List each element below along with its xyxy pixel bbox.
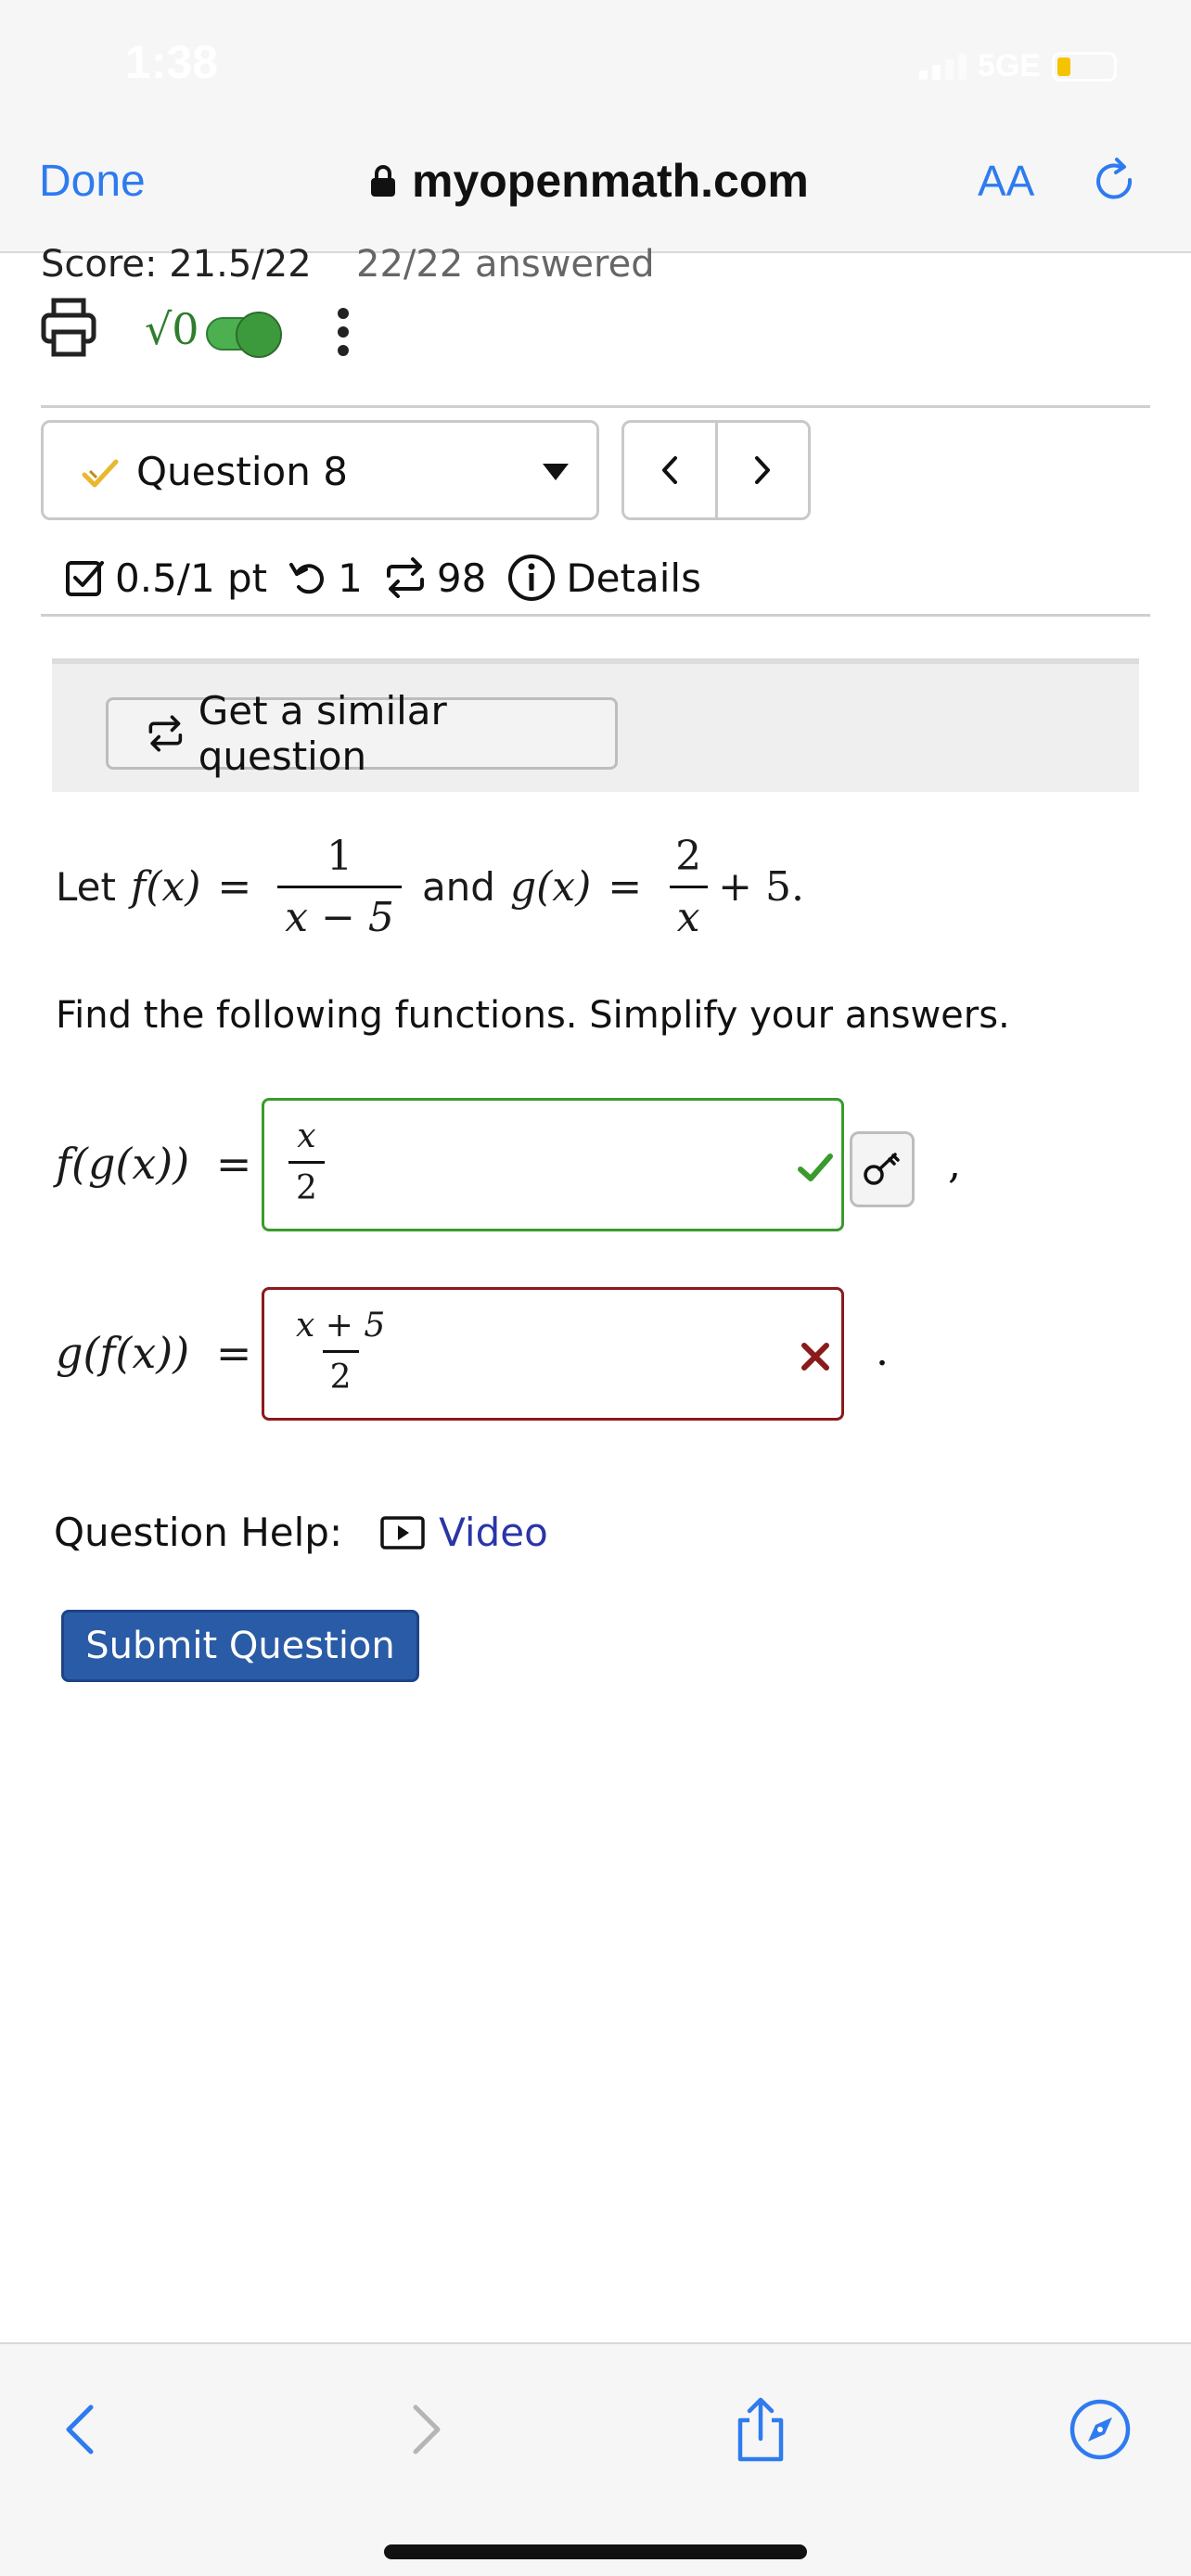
key-icon	[864, 1153, 900, 1185]
retries-count: 1	[338, 555, 363, 601]
retries-item: 1	[288, 555, 363, 601]
score-text: Score: 21.5/22	[41, 243, 312, 286]
answer-label-fg: f(g(x)) =	[56, 1139, 251, 1189]
math-entry-toggle[interactable]	[206, 312, 282, 358]
versions-count: 98	[436, 555, 487, 601]
let-text: Let	[56, 863, 116, 910]
equals-sign: =	[215, 1328, 252, 1378]
details-link[interactable]: Details	[506, 553, 701, 603]
share-icon[interactable]	[724, 2392, 798, 2467]
status-time: 1:38	[125, 36, 219, 88]
text-size-button[interactable]: AA	[978, 156, 1034, 206]
f-denominator: x − 5	[277, 885, 402, 941]
versions-item: 98	[383, 555, 486, 601]
reload-icon[interactable]	[1089, 156, 1141, 208]
chevron-right-icon	[755, 456, 771, 484]
kebab-menu-icon[interactable]	[334, 302, 352, 363]
answer-input-gf[interactable]: x + 5 2	[262, 1287, 844, 1421]
print-icon[interactable]	[41, 297, 96, 358]
score-row: Score: 21.5/22 22/22 answered	[41, 243, 655, 286]
answer-fg-numerator: x	[297, 1117, 316, 1155]
retry-icon	[289, 563, 325, 594]
browser-bottom-toolbar	[0, 2342, 1191, 2576]
g-denominator: x	[669, 885, 708, 941]
signal-icon	[918, 53, 967, 80]
chevron-right-icon	[413, 2404, 441, 2455]
answered-count: 22/22 answered	[356, 243, 655, 286]
url-domain: myopenmath.com	[412, 155, 809, 207]
and-text: and	[421, 863, 495, 910]
home-indicator	[384, 2544, 807, 2559]
instructions: Find the following functions. Simplify y…	[56, 994, 1010, 1037]
g-numerator: 2	[675, 832, 702, 880]
compass-icon[interactable]	[1063, 2392, 1137, 2467]
lock-icon	[371, 165, 395, 197]
status-indicators: 5GE	[918, 48, 1117, 84]
answer-label-gf-text: g(f(x))	[56, 1328, 190, 1378]
tool-row: √0	[41, 297, 412, 371]
g-fraction: 2 x	[668, 833, 709, 941]
question-help-row: Question Help: Video	[54, 1510, 548, 1555]
question-nav	[621, 420, 811, 520]
similar-question-label: Get a similar question	[198, 688, 447, 779]
video-label: Video	[439, 1510, 548, 1555]
f-name: f(x)	[130, 862, 201, 911]
details-label: Details	[566, 555, 701, 601]
show-answer-key-button[interactable]	[850, 1131, 915, 1207]
battery-icon	[1052, 51, 1117, 82]
check-icon	[795, 1147, 836, 1188]
question-select[interactable]: Question 8	[41, 420, 599, 520]
points-text: 0.5/1 pt	[115, 555, 268, 601]
close-icon	[795, 1336, 836, 1377]
previous-question-button[interactable]	[624, 423, 715, 517]
equals-sign: =	[215, 1139, 252, 1189]
answer-fg-denominator: 2	[288, 1161, 325, 1207]
answer-fg-punctuation: ,	[948, 1141, 961, 1188]
next-question-button[interactable]	[714, 423, 809, 517]
chevron-left-icon	[661, 456, 677, 484]
f-numerator: 1	[327, 832, 353, 880]
network-type: 5GE	[977, 48, 1041, 83]
browser-top-bar: 1:38 5GE Done myopenmath.com AA	[0, 0, 1191, 253]
divider	[41, 614, 1150, 617]
f-fraction: 1 x − 5	[277, 833, 402, 941]
chevron-down-icon	[543, 464, 569, 480]
answer-gf-numerator: x + 5	[296, 1307, 386, 1345]
chevron-left-icon	[66, 2404, 94, 2455]
repeat-icon	[148, 715, 183, 752]
g-name: g(x)	[509, 862, 592, 911]
submit-question-button[interactable]: Submit Question	[61, 1610, 419, 1682]
answer-input-fg[interactable]: x 2	[262, 1098, 844, 1231]
divider	[41, 405, 1150, 408]
answer-gf-punctuation: .	[876, 1328, 889, 1375]
question-select-label: Question 8	[136, 449, 348, 494]
g-tail: + 5.	[718, 862, 804, 911]
question-meta: 0.5/1 pt 1 98 Details	[65, 547, 722, 608]
answer-label-fg-text: f(g(x))	[56, 1139, 190, 1189]
repeat-icon	[386, 557, 424, 598]
sqrt-icon: √0	[145, 304, 199, 354]
answer-label-gf: g(f(x)) =	[56, 1328, 251, 1378]
check-icon	[81, 454, 120, 491]
back-button[interactable]	[43, 2392, 117, 2467]
done-button[interactable]: Done	[39, 156, 146, 207]
video-link[interactable]: Video	[379, 1510, 548, 1555]
info-icon	[508, 555, 556, 601]
points-item: 0.5/1 pt	[65, 555, 267, 601]
answer-value-gf: x + 5 2	[288, 1307, 392, 1396]
forward-button[interactable]	[390, 2392, 464, 2467]
similar-question-button[interactable]: Get a similar question	[106, 688, 618, 779]
problem-statement: Let f(x) = 1 x − 5 and g(x) = 2 x + 5.	[56, 832, 804, 941]
question-help-label: Question Help:	[54, 1510, 343, 1555]
video-icon	[380, 1515, 425, 1549]
address-bar[interactable]: myopenmath.com	[371, 154, 809, 208]
answer-value-fg: x 2	[288, 1117, 325, 1207]
checkbox-icon	[66, 561, 104, 596]
answer-gf-denominator: 2	[322, 1350, 359, 1396]
similar-question-panel: Get a similar question	[52, 658, 1139, 792]
